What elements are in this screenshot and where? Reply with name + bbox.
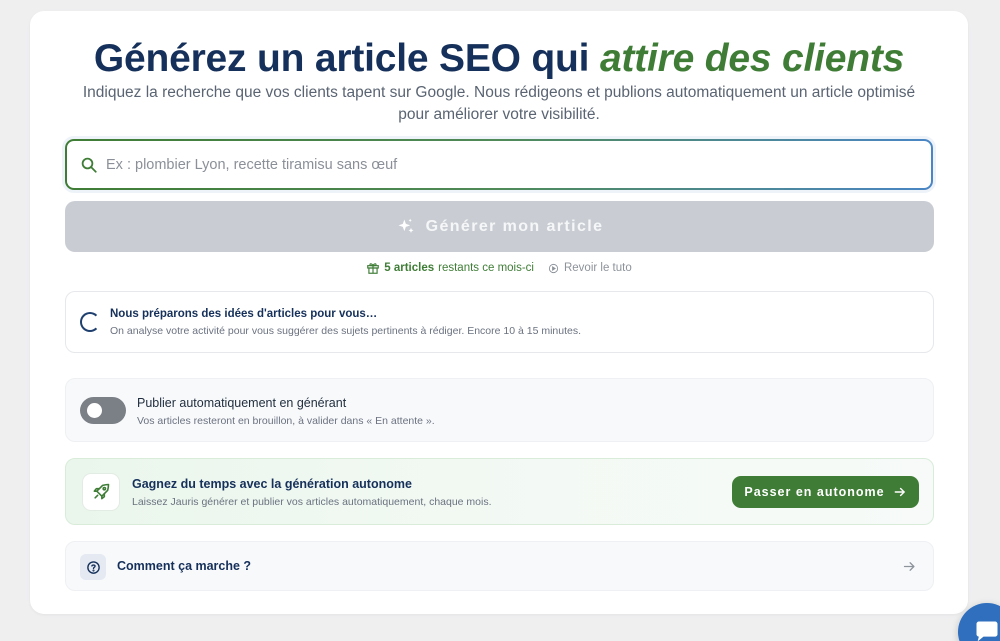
- quota-rest: restants ce mois-ci: [438, 262, 534, 274]
- sparkles-icon: [398, 218, 414, 233]
- preparing-title: Nous préparons des idées d'articles pour…: [110, 308, 378, 320]
- generate-article-button[interactable]: Générer mon article: [65, 201, 934, 252]
- page-title: Générez un article SEO qui attire des cl…: [30, 37, 968, 81]
- preparing-description: On analyse votre activité pour vous sugg…: [110, 325, 582, 337]
- gift-icon: [366, 261, 380, 275]
- page-subtitle: Indiquez la recherche que vos clients ta…: [82, 84, 916, 123]
- replay-tutorial-link[interactable]: Revoir le tuto: [548, 262, 632, 274]
- replay-tutorial-label: Revoir le tuto: [563, 262, 632, 274]
- auto-publish-panel: Publier automatiquement en générant Vos …: [65, 378, 934, 442]
- title-main: Générez un article SEO qui: [93, 37, 590, 80]
- quota-info: 5 articles restants ce mois-ci Revoir le…: [30, 261, 968, 275]
- arrow-right-icon: [903, 562, 915, 571]
- main-card: Générez un article SEO qui attire des cl…: [30, 11, 968, 614]
- toggle-knob: [87, 403, 102, 418]
- how-it-works-row[interactable]: Comment ça marche ?: [65, 541, 934, 591]
- question-circle-icon: [80, 554, 106, 580]
- autonomous-generation-panel: Gagnez du temps avec la génération auton…: [65, 458, 934, 525]
- preparing-ideas-panel: Nous préparons des idées d'articles pour…: [65, 291, 934, 353]
- arrow-right-icon: [894, 487, 905, 497]
- play-circle-icon: [548, 263, 559, 273]
- chat-bubble-icon: [976, 621, 998, 641]
- autonomous-title: Gagnez du temps avec la génération auton…: [132, 477, 412, 491]
- go-autonomous-button[interactable]: Passer en autonome: [732, 476, 919, 508]
- auto-publish-title: Publier automatiquement en générant: [137, 396, 347, 410]
- rocket-icon: [82, 473, 120, 511]
- auto-publish-toggle[interactable]: [80, 397, 126, 424]
- search-input[interactable]: [106, 156, 931, 173]
- quota-count: 5 articles: [384, 262, 435, 274]
- search-box[interactable]: [65, 139, 933, 190]
- autonomous-description: Laissez Jauris générer et publier vos ar…: [132, 496, 492, 508]
- generate-article-label: Générer mon article: [425, 217, 604, 235]
- loading-spinner-icon: [80, 312, 100, 332]
- auto-publish-description: Vos articles resteront en brouillon, à v…: [137, 415, 435, 427]
- title-accent: attire des clients: [599, 37, 905, 80]
- search-icon: [81, 157, 97, 173]
- go-autonomous-label: Passer en autonome: [744, 485, 885, 499]
- how-it-works-label: Comment ça marche ?: [117, 559, 252, 573]
